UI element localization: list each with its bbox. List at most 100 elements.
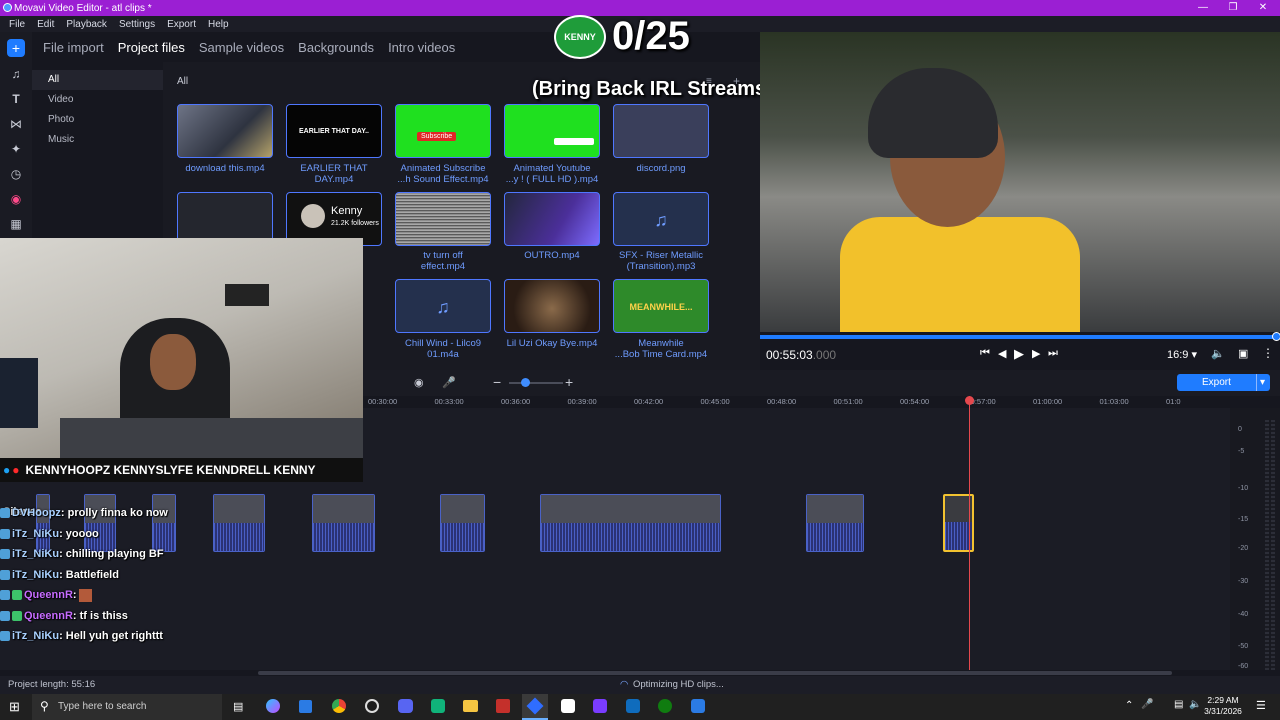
scrubber-handle[interactable]	[1272, 332, 1280, 341]
category-video[interactable]: Video	[32, 90, 163, 110]
zoom-out-button[interactable]: −	[493, 374, 501, 390]
app-icon[interactable]	[691, 699, 705, 713]
menu-export[interactable]: Export	[167, 19, 196, 30]
more-tools-icon[interactable]: ▦	[7, 215, 25, 233]
media-thumb-earlier-that-day[interactable]: EARLIER THAT DAY..	[286, 104, 382, 158]
media-thumb-discord[interactable]	[613, 104, 709, 158]
microphone-icon[interactable]: 🎤	[1141, 699, 1153, 710]
discord-icon[interactable]	[398, 699, 413, 713]
media-thumb-animated-youtube[interactable]	[504, 104, 600, 158]
chat-message: iTz_NiKu : Hell yuh get righttt	[0, 626, 300, 647]
effects-icon[interactable]: ✦	[7, 140, 25, 158]
store-icon[interactable]	[299, 700, 312, 713]
stream-caption: (Bring Back IRL Streams)	[532, 78, 773, 100]
outlook-icon[interactable]	[626, 699, 640, 713]
twitter-icon: ●	[3, 463, 11, 477]
social-handles-bar: ● ● KENNYHOOPZ KENNYSLYFE KENNDRELL KENN…	[0, 458, 363, 482]
skip-end-icon[interactable]: ⏭	[1048, 347, 1058, 360]
playhead-handle[interactable]	[965, 396, 974, 405]
media-thumb-outro[interactable]	[504, 192, 600, 246]
category-photo[interactable]: Photo	[32, 110, 163, 130]
aspect-select[interactable]: 16:9 ▾	[1167, 348, 1197, 361]
category-music[interactable]: Music	[32, 130, 163, 150]
more-options-icon[interactable]: ⋮	[1262, 346, 1274, 360]
media-label: Animated Youtube ...y ! ( FULL HD ).mp4	[492, 163, 612, 185]
timeline-ruler[interactable]: 00:30:00 00:33:00 00:36:00 00:39:00 00:42:00…	[363, 396, 1230, 408]
microphone-icon[interactable]: 🎤	[442, 376, 456, 389]
menu-playback[interactable]: Playback	[66, 19, 107, 30]
tab-file-import[interactable]: File import	[43, 40, 104, 55]
chat-user: QueennR	[24, 609, 73, 622]
menu-edit[interactable]: Edit	[37, 19, 54, 30]
capcut-icon[interactable]	[561, 699, 575, 713]
titles-icon[interactable]: T	[7, 90, 25, 108]
tab-project-files[interactable]: Project files	[118, 40, 185, 55]
category-all[interactable]: All	[32, 70, 163, 90]
taskbar-search[interactable]: ⚲ Type here to search	[32, 694, 222, 720]
movavi-icon[interactable]	[522, 694, 548, 720]
close-button[interactable]: ✕	[1248, 0, 1278, 16]
media-thumb-meanwhile[interactable]: MEANWHILE...	[613, 279, 709, 333]
record-icon[interactable]: ◉	[414, 376, 424, 389]
app-icon[interactable]	[593, 699, 607, 713]
music-icon[interactable]: ♫	[7, 65, 25, 83]
media-thumb-animated-subscribe[interactable]: Subscribe	[395, 104, 491, 158]
app-icon[interactable]	[431, 699, 445, 713]
copilot-icon[interactable]	[266, 699, 280, 713]
media-thumb-sfx-riser[interactable]: ♫	[613, 192, 709, 246]
zoom-slider[interactable]	[509, 378, 563, 387]
snapshot-icon[interactable]: ▣	[1238, 347, 1248, 360]
app-icon[interactable]	[496, 699, 510, 713]
tab-backgrounds[interactable]: Backgrounds	[298, 40, 374, 55]
xbox-icon[interactable]	[658, 699, 672, 713]
clock[interactable]: 2:29 AM 3/31/2026	[1202, 695, 1244, 717]
ruler-tick-label: 00:42:00	[634, 397, 664, 406]
notifications-icon[interactable]: ☰	[1256, 699, 1266, 712]
timeline-clip[interactable]	[440, 494, 485, 552]
zoom-in-button[interactable]: +	[565, 374, 573, 390]
media-label-line: effect.mp4	[420, 261, 466, 272]
chat-text: : Battlefield	[59, 568, 119, 581]
play-icon[interactable]: ▶	[1014, 346, 1024, 362]
menu-settings[interactable]: Settings	[119, 19, 155, 30]
export-button[interactable]: Export ▾	[1177, 374, 1270, 391]
timer-icon[interactable]: ◷	[7, 165, 25, 183]
windows-start-icon[interactable]: ⊞	[9, 699, 20, 715]
prev-frame-icon[interactable]: ◀	[998, 347, 1006, 360]
timeline-clip[interactable]	[540, 494, 721, 552]
chrome-icon[interactable]	[332, 699, 346, 713]
preview-scrubber[interactable]	[760, 332, 1280, 341]
tray-chevron-icon[interactable]: ⌃	[1125, 700, 1133, 711]
ruler-tick-label: 00:54:00	[900, 397, 930, 406]
media-thumb-chill-wind[interactable]: ♫	[395, 279, 491, 333]
volume-icon[interactable]: 🔈	[1189, 699, 1201, 710]
playhead[interactable]	[969, 396, 970, 670]
task-view-icon[interactable]: ▤	[233, 700, 243, 713]
chevron-down-icon[interactable]: ▾	[1256, 374, 1265, 391]
zoom-slider-handle[interactable]	[521, 378, 530, 387]
add-media-icon[interactable]: +	[7, 39, 25, 57]
volume-icon[interactable]: 🔈	[1211, 347, 1225, 360]
next-frame-icon[interactable]: ▶	[1032, 347, 1040, 360]
minimize-button[interactable]: —	[1188, 0, 1218, 16]
stickers-icon[interactable]: ◉	[7, 190, 25, 208]
chat-message: iTz_NiKu : chilling playing BF	[0, 544, 300, 565]
timeline-clip[interactable]	[806, 494, 864, 552]
obs-icon[interactable]	[365, 699, 379, 713]
tab-sample-videos[interactable]: Sample videos	[199, 40, 284, 55]
media-thumb-tv-static[interactable]	[395, 192, 491, 246]
skip-start-icon[interactable]: ⏮	[980, 347, 990, 360]
menu-help[interactable]: Help	[208, 19, 229, 30]
restore-button[interactable]: ❐	[1218, 0, 1248, 16]
timeline-clip[interactable]	[312, 494, 375, 552]
menu-file[interactable]: File	[9, 19, 25, 30]
tab-intro-videos[interactable]: Intro videos	[388, 40, 455, 55]
network-icon[interactable]: ▤	[1174, 699, 1183, 710]
file-explorer-icon[interactable]	[463, 700, 478, 712]
media-label: tv turn off effect.mp4	[383, 250, 503, 272]
media-label: Lil Uzi Okay Bye.mp4	[492, 338, 612, 349]
media-thumb-lil-uzi[interactable]	[504, 279, 600, 333]
transitions-icon[interactable]: ⋈	[7, 115, 25, 133]
media-thumb-download-this[interactable]	[177, 104, 273, 158]
timeline-scrollbar[interactable]	[258, 671, 1172, 675]
